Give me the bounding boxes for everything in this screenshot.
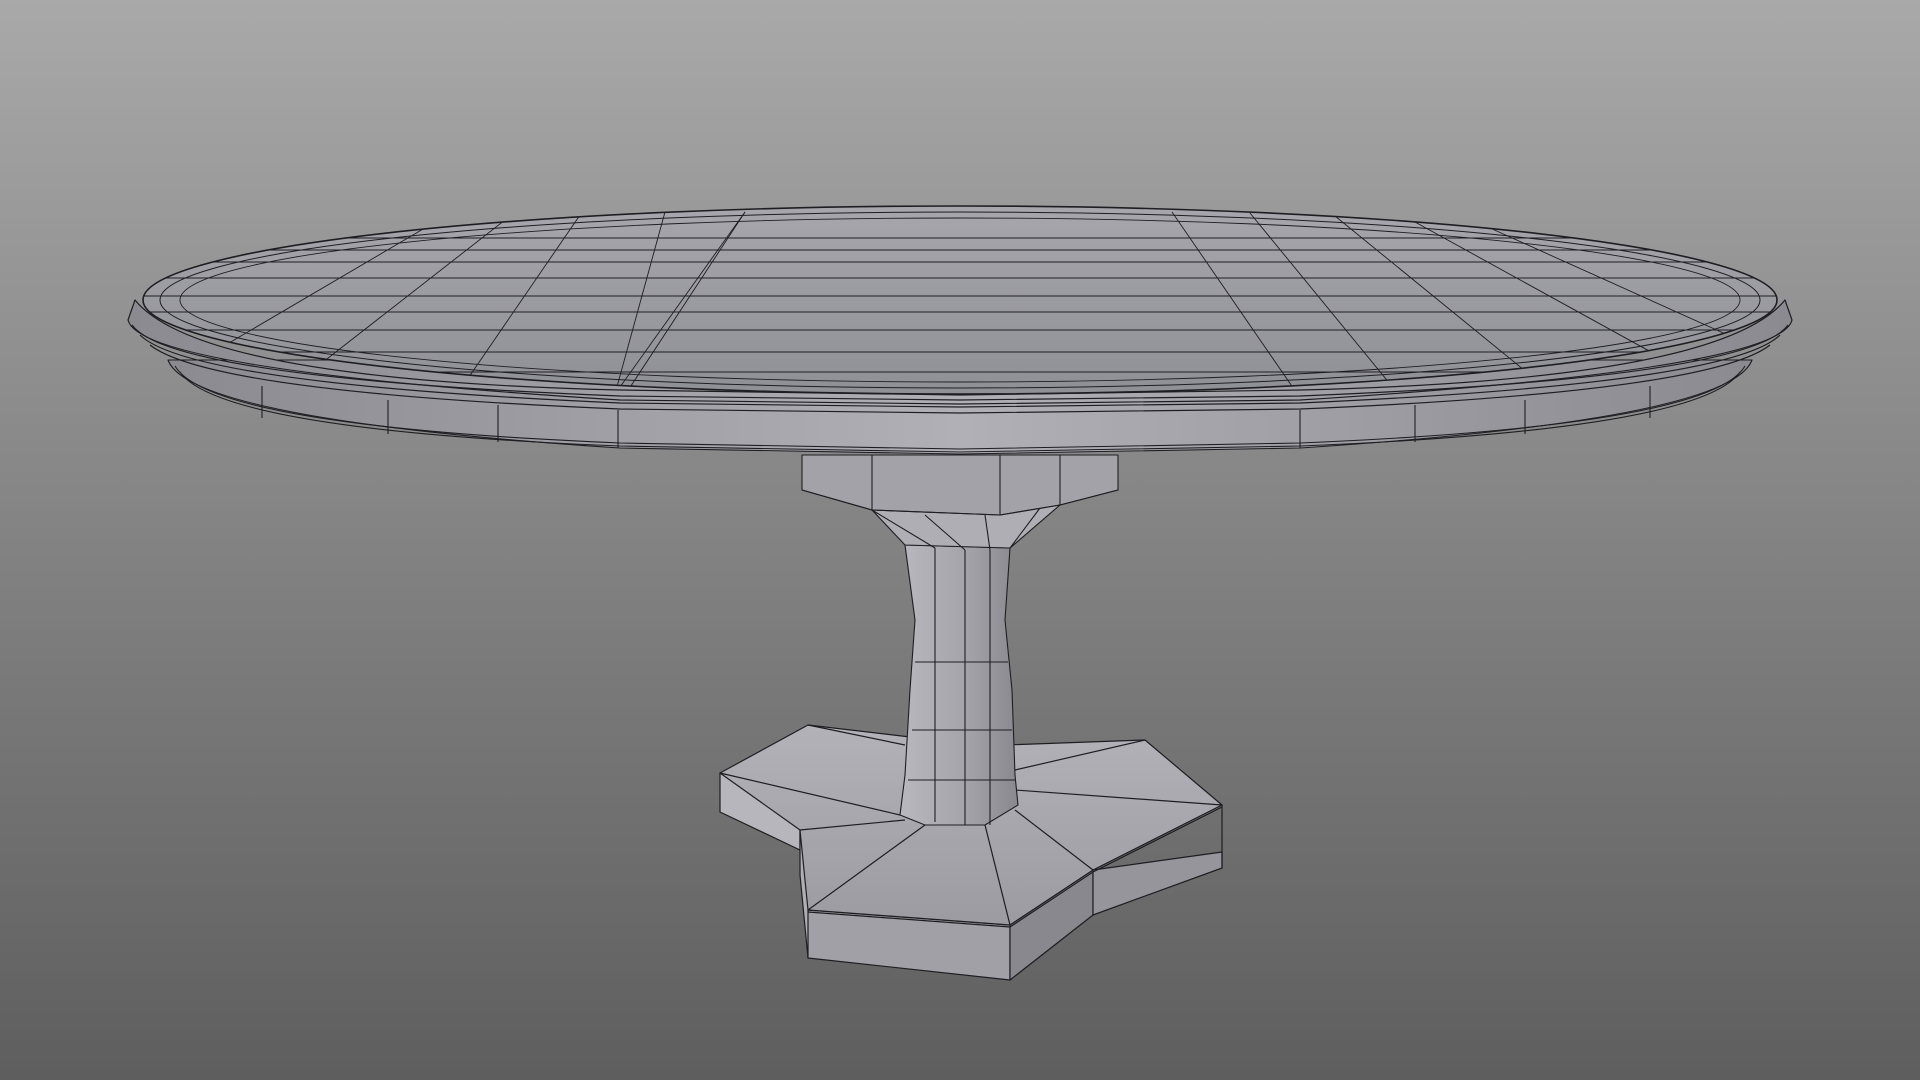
stem-block bbox=[801, 454, 1119, 516]
top-surface bbox=[142, 205, 1778, 395]
3d-viewport[interactable] bbox=[0, 0, 1920, 1080]
table-top bbox=[142, 205, 1778, 395]
table-model[interactable] bbox=[0, 0, 1920, 1080]
base-side-right bbox=[1092, 851, 1223, 916]
stem-body bbox=[899, 544, 1019, 826]
